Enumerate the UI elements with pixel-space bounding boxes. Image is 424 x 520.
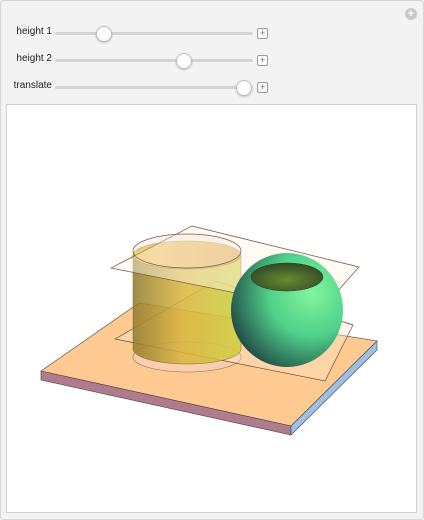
3d-scene[interactable] <box>7 105 416 512</box>
options-plus-icon[interactable]: + <box>405 8 417 20</box>
height-1-slider[interactable] <box>55 26 253 42</box>
plus-icon[interactable]: + <box>257 82 268 93</box>
cylinder-rim <box>132 233 242 269</box>
3d-graphics-panel[interactable] <box>6 104 417 513</box>
slider-thumb[interactable] <box>96 26 112 42</box>
height-2-slider[interactable] <box>55 53 253 69</box>
slider-thumb[interactable] <box>176 53 192 69</box>
slider-label: height 1 <box>16 26 52 37</box>
plus-icon[interactable]: + <box>257 28 268 39</box>
slider-row-height-2: height 2 + <box>0 50 424 70</box>
sphere <box>231 253 343 367</box>
slider-thumb[interactable] <box>236 80 252 96</box>
translate-slider[interactable] <box>55 80 253 96</box>
slider-label: translate <box>13 80 52 91</box>
slider-label: height 2 <box>16 53 52 64</box>
slider-row-height-1: height 1 + <box>0 23 424 43</box>
plus-icon[interactable]: + <box>257 55 268 66</box>
slider-row-translate: translate + <box>0 77 424 97</box>
